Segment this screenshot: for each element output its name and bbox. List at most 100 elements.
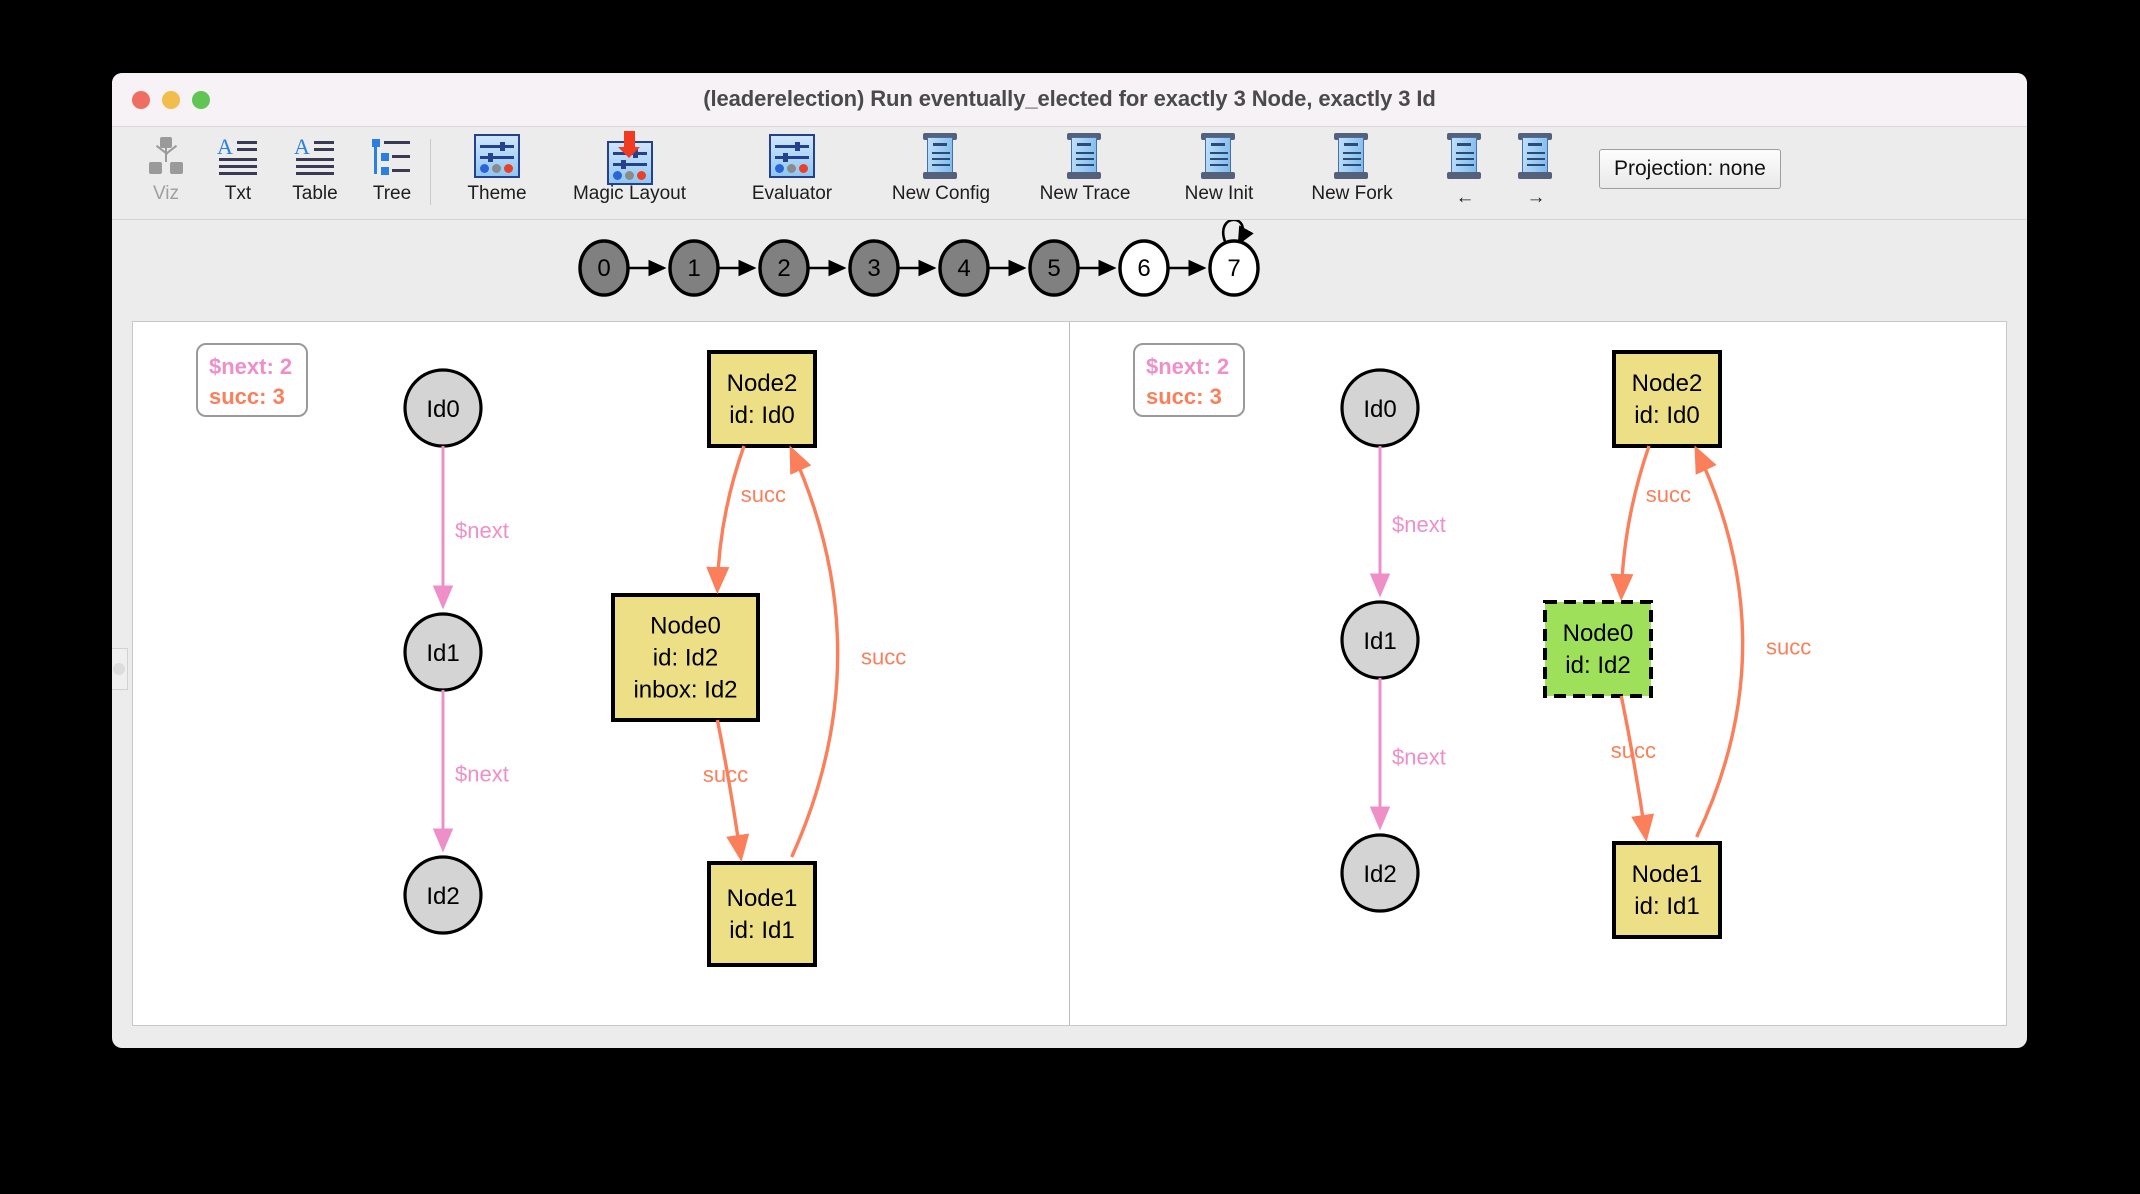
table-icon: A [294, 131, 336, 181]
id-node-Id0[interactable]: Id0 [1340, 368, 1420, 448]
succ-edge-label: succ [703, 762, 748, 787]
state-node-3[interactable]: 3 [848, 239, 900, 297]
txt-icon: A [217, 131, 259, 181]
node-box-Node2[interactable]: Node2 id: Id0 [707, 350, 817, 448]
legend-entry-succ: succ: 3 [209, 384, 285, 409]
id-node-Id1[interactable]: Id1 [403, 612, 483, 692]
node-box-Node0[interactable]: Node0 id: Id2 inbox: Id2 [611, 593, 760, 722]
node-box-Node0[interactable]: Node0 id: Id2 [1543, 600, 1653, 698]
arrow-right-icon: → [1526, 187, 1546, 208]
post-state-panel[interactable]: $next: 2 succ: 3 Id0 $next Id1 $next Id2 Node2 i… [1069, 322, 2006, 1025]
node-box-line: Node0 [1563, 620, 1634, 647]
state-node-7[interactable]: 7 [1208, 239, 1260, 297]
toolbar-label-tree: Tree [372, 183, 412, 204]
arrow-left-icon: ← [1455, 187, 1475, 208]
toolbar-label-magic-layout: Magic Layout [572, 183, 686, 204]
toolbar-button-evaluator[interactable]: Evaluator [722, 131, 862, 215]
theme-icon [474, 131, 520, 181]
id-node-Id2[interactable]: Id2 [403, 855, 483, 935]
toolbar-label-table: Table [292, 183, 338, 204]
state-node-6[interactable]: 6 [1118, 239, 1170, 297]
succ-edge: succ [789, 445, 906, 858]
panel-resize-handle[interactable] [112, 648, 128, 690]
succ-edge-label: succ [861, 645, 906, 670]
node-box-line: id: Id0 [729, 402, 794, 429]
window-title: (leaderelection) Run eventually_elected … [703, 86, 1436, 111]
next-edge-label: $next [455, 518, 509, 543]
node-box-line: Node0 [650, 613, 721, 640]
succ-edge: succ [1694, 445, 1811, 838]
scroll-icon [1067, 131, 1103, 181]
node-box-line: Node2 [1632, 370, 1703, 397]
id-node-label: Id2 [1363, 861, 1396, 888]
pre-state-panel[interactable]: $next: 2 succ: 3 Id0 $next Id1 $next Id2 Node2 i… [133, 322, 1069, 1025]
projection-button[interactable]: Projection: none [1599, 149, 1781, 189]
node-box-Node2[interactable]: Node2 id: Id0 [1612, 350, 1722, 448]
succ-edge-label: succ [1611, 738, 1656, 763]
state-node-1[interactable]: 1 [668, 239, 720, 297]
succ-edge: succ [703, 719, 750, 863]
node-box-Node1[interactable]: Node1 id: Id1 [707, 861, 817, 967]
toolbar-button-new-config[interactable]: New Config [867, 131, 1015, 215]
handle-grip-icon [113, 663, 125, 675]
relation-legend: $next: 2 succ: 3 [1133, 343, 1245, 417]
app-window: (leaderelection) Run eventually_elected … [112, 73, 2027, 1048]
toolbar-button-new-init[interactable]: New Init [1155, 131, 1283, 215]
node-box-Node1[interactable]: Node1 id: Id1 [1612, 841, 1722, 939]
node-box-line: Node1 [727, 885, 798, 912]
legend-entry-succ: succ: 3 [1146, 384, 1222, 409]
state-node-label: 7 [1227, 255, 1240, 282]
toolbar-label-new-init: New Init [1184, 183, 1254, 204]
id-node-label: Id0 [426, 396, 459, 423]
toolbar-button-new-fork[interactable]: New Fork [1283, 131, 1421, 215]
toolbar-label-new-config: New Config [891, 183, 991, 204]
next-edge-label: $next [1392, 512, 1446, 537]
succ-edge: succ [1611, 695, 1656, 843]
succ-edge: succ [706, 445, 786, 595]
evaluator-icon [769, 131, 815, 181]
state-chain: 0 1 2 3 4 5 6 7 [112, 220, 2027, 316]
scroll-icon [1201, 131, 1237, 181]
toolbar-separator [430, 139, 431, 205]
toolbar-button-next[interactable]: → [1492, 131, 1580, 215]
viz-icon [146, 131, 186, 181]
scroll-icon [1334, 131, 1370, 181]
toolbar-button-magic-layout[interactable]: Magic Layout [542, 131, 717, 215]
state-node-label: 1 [687, 255, 700, 282]
state-node-label: 3 [867, 255, 880, 282]
succ-edge-label: succ [1646, 482, 1691, 507]
next-edge-label: $next [1392, 745, 1446, 770]
node-box-line: Node1 [1632, 861, 1703, 888]
next-edge-label: $next [455, 762, 509, 787]
toolbar-label-viz: Viz [152, 183, 180, 204]
id-node-label: Id1 [426, 640, 459, 667]
state-node-0[interactable]: 0 [578, 239, 630, 297]
relation-legend: $next: 2 succ: 3 [196, 343, 308, 417]
state-node-2[interactable]: 2 [758, 239, 810, 297]
next-edge: $next [432, 690, 509, 853]
node-box-line: id: Id1 [1634, 893, 1699, 920]
toolbar-button-theme[interactable]: Theme [449, 131, 545, 215]
id-node-label: Id2 [426, 883, 459, 910]
next-edge: $next [432, 446, 509, 610]
scroll-icon [923, 131, 959, 181]
succ-edge-label: succ [741, 482, 786, 507]
toolbar-button-tree[interactable]: Tree [344, 131, 440, 215]
toolbar: Viz A Txt A Table Tree Theme Magic Layou… [112, 127, 2027, 220]
node-box-line: id: Id1 [729, 917, 794, 944]
id-node-label: Id0 [1363, 396, 1396, 423]
id-node-Id1[interactable]: Id1 [1340, 600, 1420, 680]
next-edge: $next [1369, 446, 1446, 598]
state-node-label: 2 [777, 255, 790, 282]
toolbar-label-evaluator: Evaluator [751, 183, 833, 204]
state-node-label: 0 [597, 255, 610, 282]
state-node-5[interactable]: 5 [1028, 239, 1080, 297]
tree-icon [371, 131, 413, 181]
scroll-icon [1447, 131, 1483, 181]
toolbar-button-new-trace[interactable]: New Trace [1015, 131, 1155, 215]
state-node-4[interactable]: 4 [938, 239, 990, 297]
id-node-Id2[interactable]: Id2 [1340, 833, 1420, 913]
legend-entry-next: $next: 2 [1146, 354, 1229, 379]
node-box-line: id: Id2 [1565, 652, 1630, 679]
id-node-Id0[interactable]: Id0 [403, 368, 483, 448]
